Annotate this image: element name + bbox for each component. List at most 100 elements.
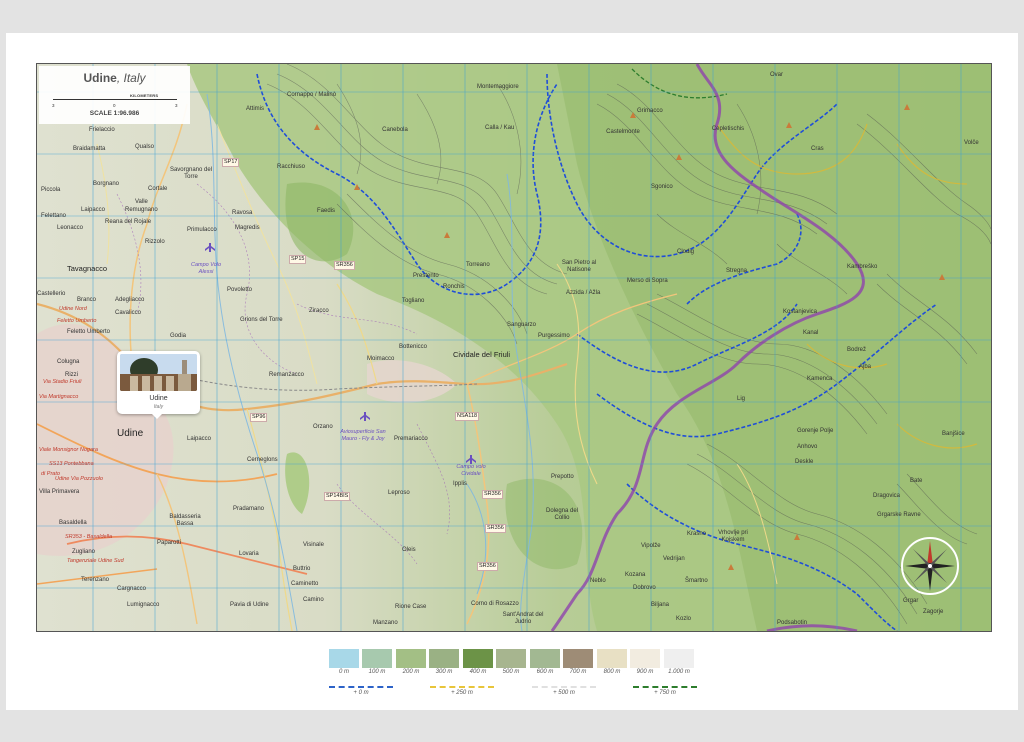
place-label: Grgar — [903, 598, 919, 604]
place-label: Castelmonte — [606, 129, 640, 135]
place-label: Merso di Sopra — [627, 278, 668, 284]
place-label: Corno di Rosazzo — [471, 601, 519, 607]
place-label: Premariacco — [394, 436, 428, 442]
location-photo — [120, 354, 197, 391]
legend-swatch-300m — [429, 649, 459, 668]
place-label: Piccola — [41, 187, 61, 193]
popup-tail — [151, 413, 163, 419]
place-label: Prepotto — [551, 474, 574, 480]
legend-label: 200 m — [402, 669, 420, 675]
legend-swatch-200m — [396, 649, 426, 668]
road-shield: SR356 — [485, 524, 506, 533]
street-label: Via Stadio Friuli — [43, 379, 82, 385]
road-shield: NSA118 — [455, 412, 480, 421]
place-label: San Pietro al Natisone — [561, 260, 597, 273]
legend-swatch-700m — [563, 649, 593, 668]
street-label: Udine Via Pozzuolo — [55, 476, 103, 482]
legend-label: 100 m — [368, 669, 386, 675]
place-label: Rizzolo — [145, 239, 165, 245]
location-popup[interactable]: Udine Italy — [117, 351, 200, 419]
place-label: Visinale — [303, 542, 324, 548]
place-label: Kamenca — [807, 376, 833, 382]
elevation-legend: 0 m 100 m 200 m 300 m 400 m 500 m 600 m … — [329, 649, 699, 703]
place-label: Stregna — [726, 268, 748, 274]
place-label: Magredis — [235, 225, 260, 231]
place-label: Neblo — [590, 578, 606, 584]
place-label: Dolegna del Collio — [545, 508, 579, 521]
legend-label: 0 m — [338, 669, 349, 675]
place-label: Povoletto — [227, 287, 253, 293]
street-label: di Prato — [41, 471, 60, 477]
place-label: Zagorje — [923, 609, 944, 615]
legend-swatch-0m — [329, 649, 359, 668]
place-label: Moimacco — [367, 356, 395, 362]
place-label: Ovar — [770, 72, 784, 78]
place-label: Remanzacco — [269, 372, 305, 378]
place-label: Caminetto — [291, 581, 319, 587]
place-label: Basaldella — [59, 520, 87, 526]
place-label: Ravosa — [232, 210, 253, 216]
place-label: Zugliano — [72, 549, 96, 555]
road-shield: SP17 — [222, 158, 240, 167]
place-label: Sant'Andrat del Judrio — [502, 612, 544, 625]
place-label: Primulacco — [187, 227, 217, 233]
contour-sample-500m — [532, 686, 596, 688]
place-label: Laipacco — [187, 436, 212, 442]
legend-label: 1.000 m — [668, 669, 690, 675]
place-label: Podsabotin — [777, 620, 808, 626]
place-label: Togliano — [402, 298, 425, 304]
legend-swatch-900m — [630, 649, 660, 668]
place-label: Vipolže — [641, 543, 661, 549]
place-label: Bate — [910, 478, 923, 484]
contour-sample-250m — [430, 686, 494, 688]
place-label: Paparotti — [157, 540, 182, 546]
place-label: Torreano — [466, 262, 490, 268]
street-label: SS13 Pontebbana — [49, 461, 94, 467]
place-label: Ziracco — [309, 308, 329, 314]
place-label: Camino — [303, 597, 324, 603]
place-label: Cortale — [148, 186, 168, 192]
contour-label: + 0 m — [353, 690, 369, 696]
street-label: SR353 - Basaldella — [65, 534, 113, 540]
place-label: Canebola — [382, 127, 408, 133]
place-label: Tavagnacco — [67, 264, 108, 273]
contour-sample-0m — [329, 686, 393, 688]
place-label: Kozlo — [676, 616, 692, 622]
place-label: Prestento — [413, 273, 439, 279]
place-label: Banjšice — [942, 431, 965, 437]
legend-label: 800 m — [603, 669, 621, 675]
legend-label: 600 m — [536, 669, 554, 675]
place-label: Lumignacco — [127, 602, 160, 608]
contour-label: + 250 m — [451, 690, 473, 696]
place-label: Purgessimo — [538, 333, 570, 339]
map-frame[interactable]: Udine, Italy KILOMETERS 3 0 3 SCALE 1:96… — [36, 63, 992, 632]
road-shield: SR356 — [482, 490, 503, 499]
place-label: Buttrio — [293, 566, 311, 572]
place-label: Sgonico — [651, 184, 673, 190]
place-label: Racchiuso — [277, 164, 306, 170]
scale-units-label: KILOMETERS — [130, 93, 159, 98]
map-title-box: Udine, Italy KILOMETERS 3 0 3 SCALE 1:96… — [39, 66, 190, 124]
scale-tick: 3 — [52, 103, 55, 108]
contour-sample-750m — [633, 686, 697, 688]
place-label: Dobrovo — [633, 585, 656, 591]
place-label: Bodrež — [847, 347, 867, 353]
place-label: Remugnano — [125, 207, 158, 213]
place-label: Krasno — [687, 531, 707, 537]
scale-tick: 3 — [175, 103, 178, 108]
place-label: Adegliacco — [115, 297, 145, 303]
place-label-city: Udine — [117, 428, 144, 439]
place-label-town: Cividale del Friuli — [453, 350, 511, 359]
place-label: Dragovica — [873, 493, 901, 499]
place-label: Ajba — [859, 364, 872, 370]
place-label: Orzano — [313, 424, 333, 430]
place-label: Laipacco — [81, 207, 106, 213]
place-label: Rizzi — [65, 372, 78, 378]
place-label: Ipplis — [453, 481, 468, 487]
map-sheet: Udine, Italy KILOMETERS 3 0 3 SCALE 1:96… — [6, 33, 1018, 710]
place-label: Lig — [737, 396, 746, 402]
place-label: Leonacco — [57, 225, 84, 231]
legend-swatch-400m — [463, 649, 493, 668]
place-label: Kanal — [803, 330, 819, 336]
place-label: Bottenicco — [399, 344, 428, 350]
